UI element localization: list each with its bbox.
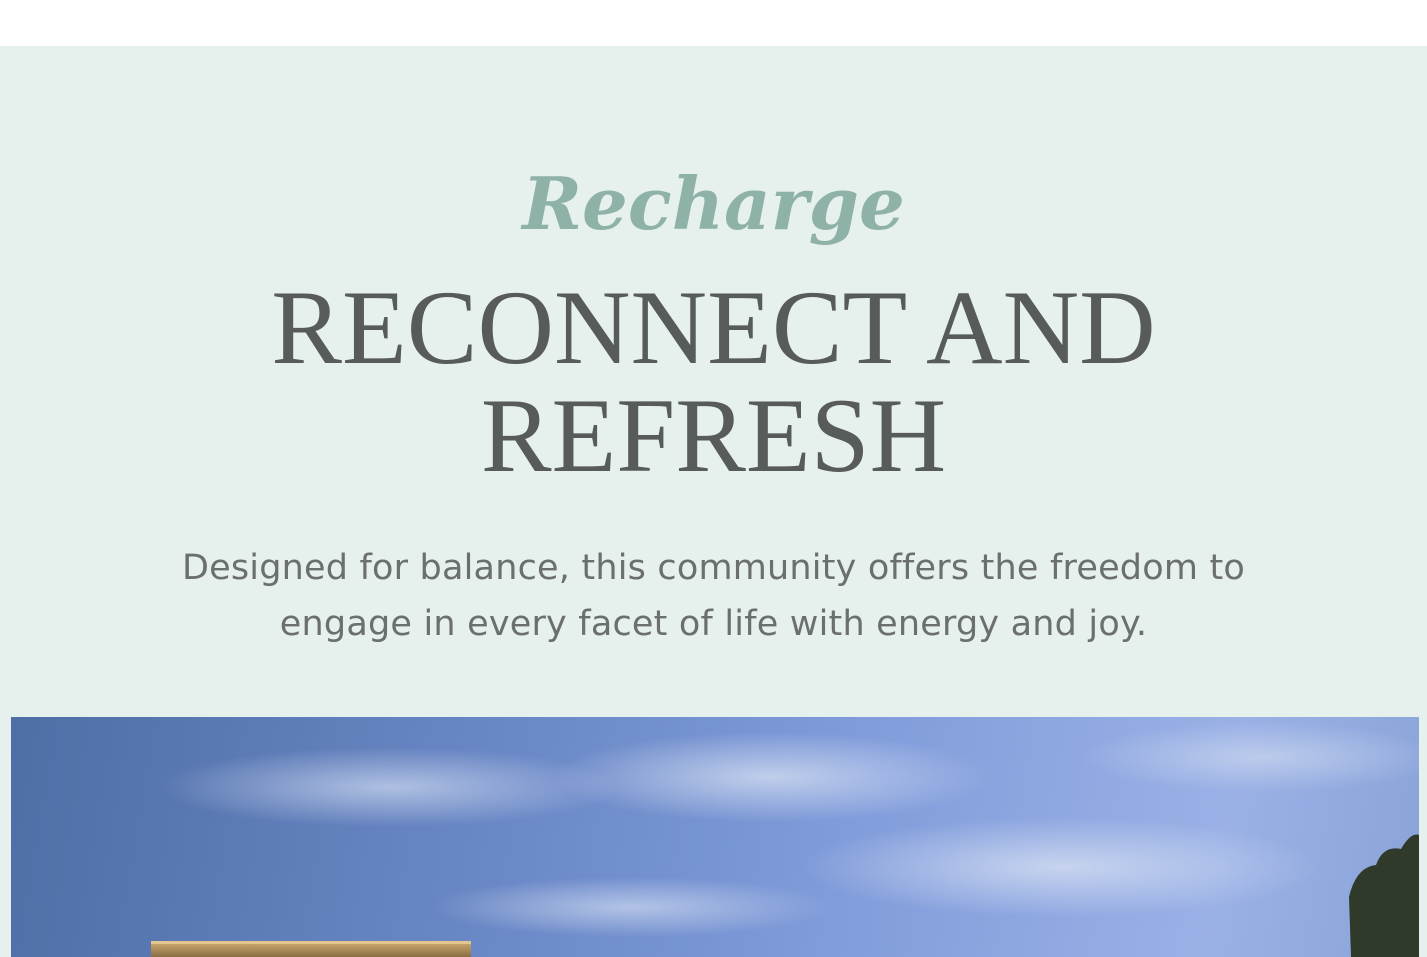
tree-silhouette (1349, 834, 1419, 957)
building-roof-edge (151, 941, 471, 944)
cloud-shape (801, 817, 1321, 917)
cloud-shape (551, 732, 991, 822)
top-header-bar (0, 0, 1427, 46)
building-roof (151, 943, 471, 957)
cloud-shape (161, 747, 621, 827)
cloud-shape (1081, 722, 1419, 792)
section-script-title: Recharge (522, 161, 905, 246)
hero-photo (11, 717, 1419, 957)
hero-photo-illustration (151, 722, 1419, 957)
section-main-title: RECONNECT AND REFRESH (271, 269, 1156, 494)
cloud-shape (431, 877, 831, 937)
recharge-section: Recharge RECONNECT AND REFRESH Designed … (0, 46, 1427, 957)
section-description: Designed for balance, this community off… (181, 548, 1245, 644)
